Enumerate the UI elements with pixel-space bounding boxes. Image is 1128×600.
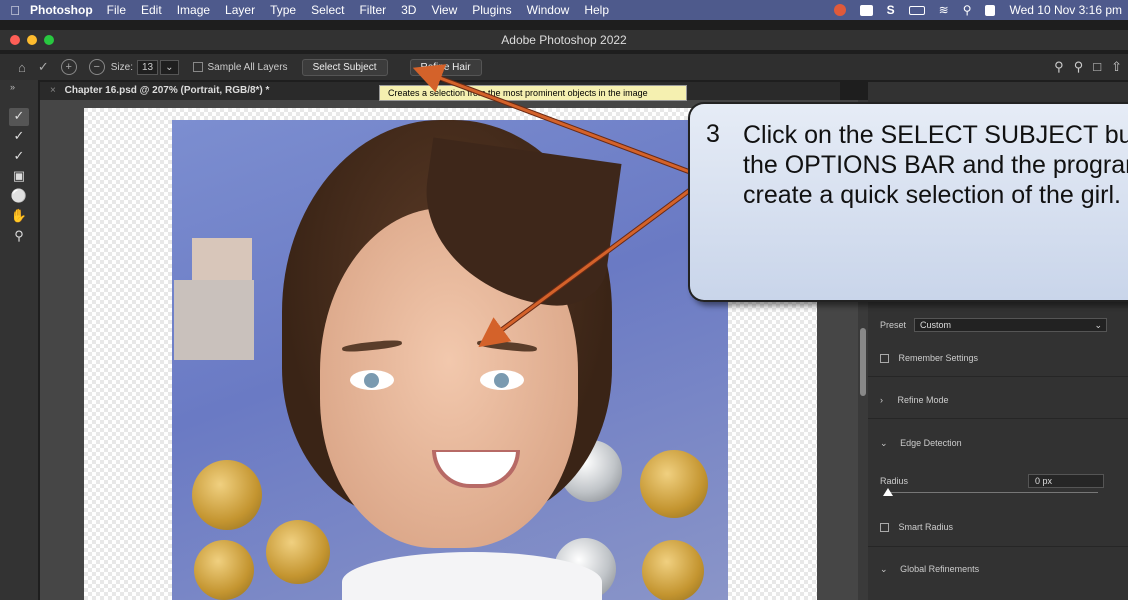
global-refinements-label: Global Refinements bbox=[900, 564, 980, 574]
menu-type[interactable]: Type bbox=[270, 3, 296, 17]
remember-settings-checkbox[interactable] bbox=[880, 354, 889, 364]
brush-size-field[interactable]: 13 bbox=[137, 59, 159, 75]
preset-label: Preset bbox=[880, 320, 907, 330]
chevron-down-icon: ⌄ bbox=[880, 564, 888, 574]
share-user-icon[interactable]: ⚲ bbox=[1054, 59, 1064, 75]
options-bar: ⌂ ✓ + − Size: 13 ⌄ Sample All Layers Sel… bbox=[0, 54, 1128, 80]
menu-layer[interactable]: Layer bbox=[225, 3, 255, 17]
coin-image bbox=[194, 540, 254, 600]
select-subject-button[interactable]: Select Subject bbox=[301, 58, 388, 76]
global-refinements-section[interactable]: ⌄ Global Refinements bbox=[880, 564, 979, 575]
menu-file[interactable]: File bbox=[107, 3, 126, 17]
spotlight-search-icon[interactable]: ⚲ bbox=[963, 3, 972, 17]
chevron-down-icon[interactable]: ⌄ bbox=[160, 59, 179, 75]
shield-icon[interactable] bbox=[859, 4, 873, 16]
home-icon[interactable]: ⌂ bbox=[18, 60, 26, 75]
left-eye bbox=[350, 370, 394, 390]
subtract-from-selection-icon[interactable]: − bbox=[88, 59, 105, 75]
document-tab[interactable]: × Chapter 16.psd @ 207% (Portrait, RGB/8… bbox=[40, 82, 279, 100]
refine-mode-section[interactable]: › Refine Mode bbox=[880, 395, 949, 405]
chevron-down-icon: ⌄ bbox=[880, 438, 888, 448]
battery-icon[interactable] bbox=[908, 5, 925, 15]
scrollbar-thumb[interactable] bbox=[860, 328, 866, 396]
chevron-down-icon: ⌄ bbox=[1094, 320, 1102, 330]
document-tab-title: Chapter 16.psd @ 207% (Portrait, RGB/8*)… bbox=[64, 85, 270, 96]
remember-settings-option[interactable]: Remember Settings bbox=[880, 353, 979, 364]
maximize-window-icon[interactable] bbox=[44, 35, 54, 45]
close-tab-icon[interactable]: × bbox=[50, 85, 56, 96]
skype-icon[interactable]: S bbox=[887, 3, 895, 17]
menu-view[interactable]: View bbox=[431, 3, 457, 17]
sample-all-layers-label[interactable]: Sample All Layers bbox=[208, 62, 288, 73]
edge-detection-label: Edge Detection bbox=[900, 438, 962, 448]
remember-settings-label: Remember Settings bbox=[898, 353, 979, 363]
lasso-tool-icon[interactable]: ⚪ bbox=[9, 188, 29, 206]
chevron-right-icon: › bbox=[880, 395, 883, 405]
coin-image bbox=[266, 520, 330, 584]
coin-image bbox=[640, 450, 708, 518]
share-icon[interactable]: ⇧ bbox=[1111, 59, 1122, 75]
tools-panel: » ✓ ✓ ✓ ▣ ⚪ ✋ ⚲ bbox=[0, 80, 38, 600]
preset-value: Custom bbox=[920, 320, 952, 330]
coin-image bbox=[642, 540, 704, 600]
radius-slider[interactable] bbox=[886, 492, 1098, 493]
menu-image[interactable]: Image bbox=[177, 3, 210, 17]
hand-tool-icon[interactable]: ✋ bbox=[9, 208, 29, 226]
window-title-bar: Adobe Photoshop 2022 bbox=[0, 30, 1128, 50]
divider bbox=[868, 546, 1128, 547]
edge-detection-section[interactable]: ⌄ Edge Detection bbox=[880, 438, 962, 449]
menubar-clock[interactable]: Wed 10 Nov 3:16 pm bbox=[1009, 3, 1122, 17]
collapse-panel-icon[interactable]: » bbox=[10, 82, 15, 92]
right-eye bbox=[480, 370, 524, 390]
radius-label: Radius bbox=[880, 476, 909, 486]
brush-size-label: Size: bbox=[110, 61, 133, 73]
object-selection-tool-icon[interactable]: ✓ bbox=[9, 108, 29, 126]
menu-app-name[interactable]: Photoshop bbox=[30, 3, 93, 17]
mac-menu-bar:  Photoshop File Edit Image Layer Type S… bbox=[0, 0, 1128, 20]
menu-edit[interactable]: Edit bbox=[141, 3, 162, 17]
smart-radius-option[interactable]: Smart Radius bbox=[880, 522, 954, 533]
divider bbox=[868, 418, 1128, 419]
smart-radius-checkbox[interactable] bbox=[880, 523, 889, 533]
window-title: Adobe Photoshop 2022 bbox=[501, 33, 627, 47]
wifi-icon[interactable]: ≋ bbox=[939, 3, 949, 17]
workspace-icon[interactable]: □ bbox=[1093, 59, 1101, 75]
quick-selection-tool-preset-icon[interactable]: ✓ bbox=[38, 59, 49, 75]
banknote-image bbox=[174, 280, 254, 360]
quick-selection-tool-icon[interactable]: ✓ bbox=[9, 128, 29, 146]
creative-cloud-icon[interactable] bbox=[833, 4, 846, 16]
sample-all-layers-checkbox[interactable] bbox=[192, 62, 203, 72]
add-to-selection-icon[interactable]: + bbox=[60, 59, 77, 75]
radius-field[interactable]: 0 px bbox=[1028, 474, 1104, 488]
step-number: 3 bbox=[706, 120, 720, 148]
refine-mode-label: Refine Mode bbox=[897, 395, 949, 405]
apple-icon[interactable]:  bbox=[0, 3, 30, 18]
control-center-icon[interactable] bbox=[985, 4, 996, 16]
select-subject-tooltip: Creates a selection from the most promin… bbox=[379, 85, 687, 101]
search-icon[interactable]: ⚲ bbox=[1074, 59, 1084, 75]
brush-tool-icon[interactable]: ✓ bbox=[9, 148, 29, 166]
preset-dropdown[interactable]: Custom ⌄ bbox=[914, 318, 1107, 332]
radius-slider-thumb[interactable] bbox=[883, 488, 893, 496]
close-window-icon[interactable] bbox=[10, 35, 20, 45]
coin-image bbox=[192, 460, 262, 530]
zoom-tool-icon[interactable]: ⚲ bbox=[9, 228, 29, 246]
menu-3d[interactable]: 3D bbox=[401, 3, 416, 17]
step-instruction: Click on the SELECT SUBJECT button in th… bbox=[743, 121, 1128, 209]
refine-edge-brush-icon[interactable]: ▣ bbox=[9, 168, 29, 186]
menu-window[interactable]: Window bbox=[527, 3, 570, 17]
menu-plugins[interactable]: Plugins bbox=[472, 3, 511, 17]
divider bbox=[868, 376, 1128, 377]
menu-filter[interactable]: Filter bbox=[359, 3, 386, 17]
menu-select[interactable]: Select bbox=[311, 3, 344, 17]
menu-help[interactable]: Help bbox=[584, 3, 609, 17]
portrait-photo[interactable] bbox=[172, 120, 728, 600]
refine-hair-button[interactable]: Refine Hair bbox=[409, 58, 482, 76]
smart-radius-label: Smart Radius bbox=[898, 522, 954, 532]
instruction-callout: 3 Click on the SELECT SUBJECT button in … bbox=[688, 102, 1128, 302]
minimize-window-icon[interactable] bbox=[27, 35, 37, 45]
